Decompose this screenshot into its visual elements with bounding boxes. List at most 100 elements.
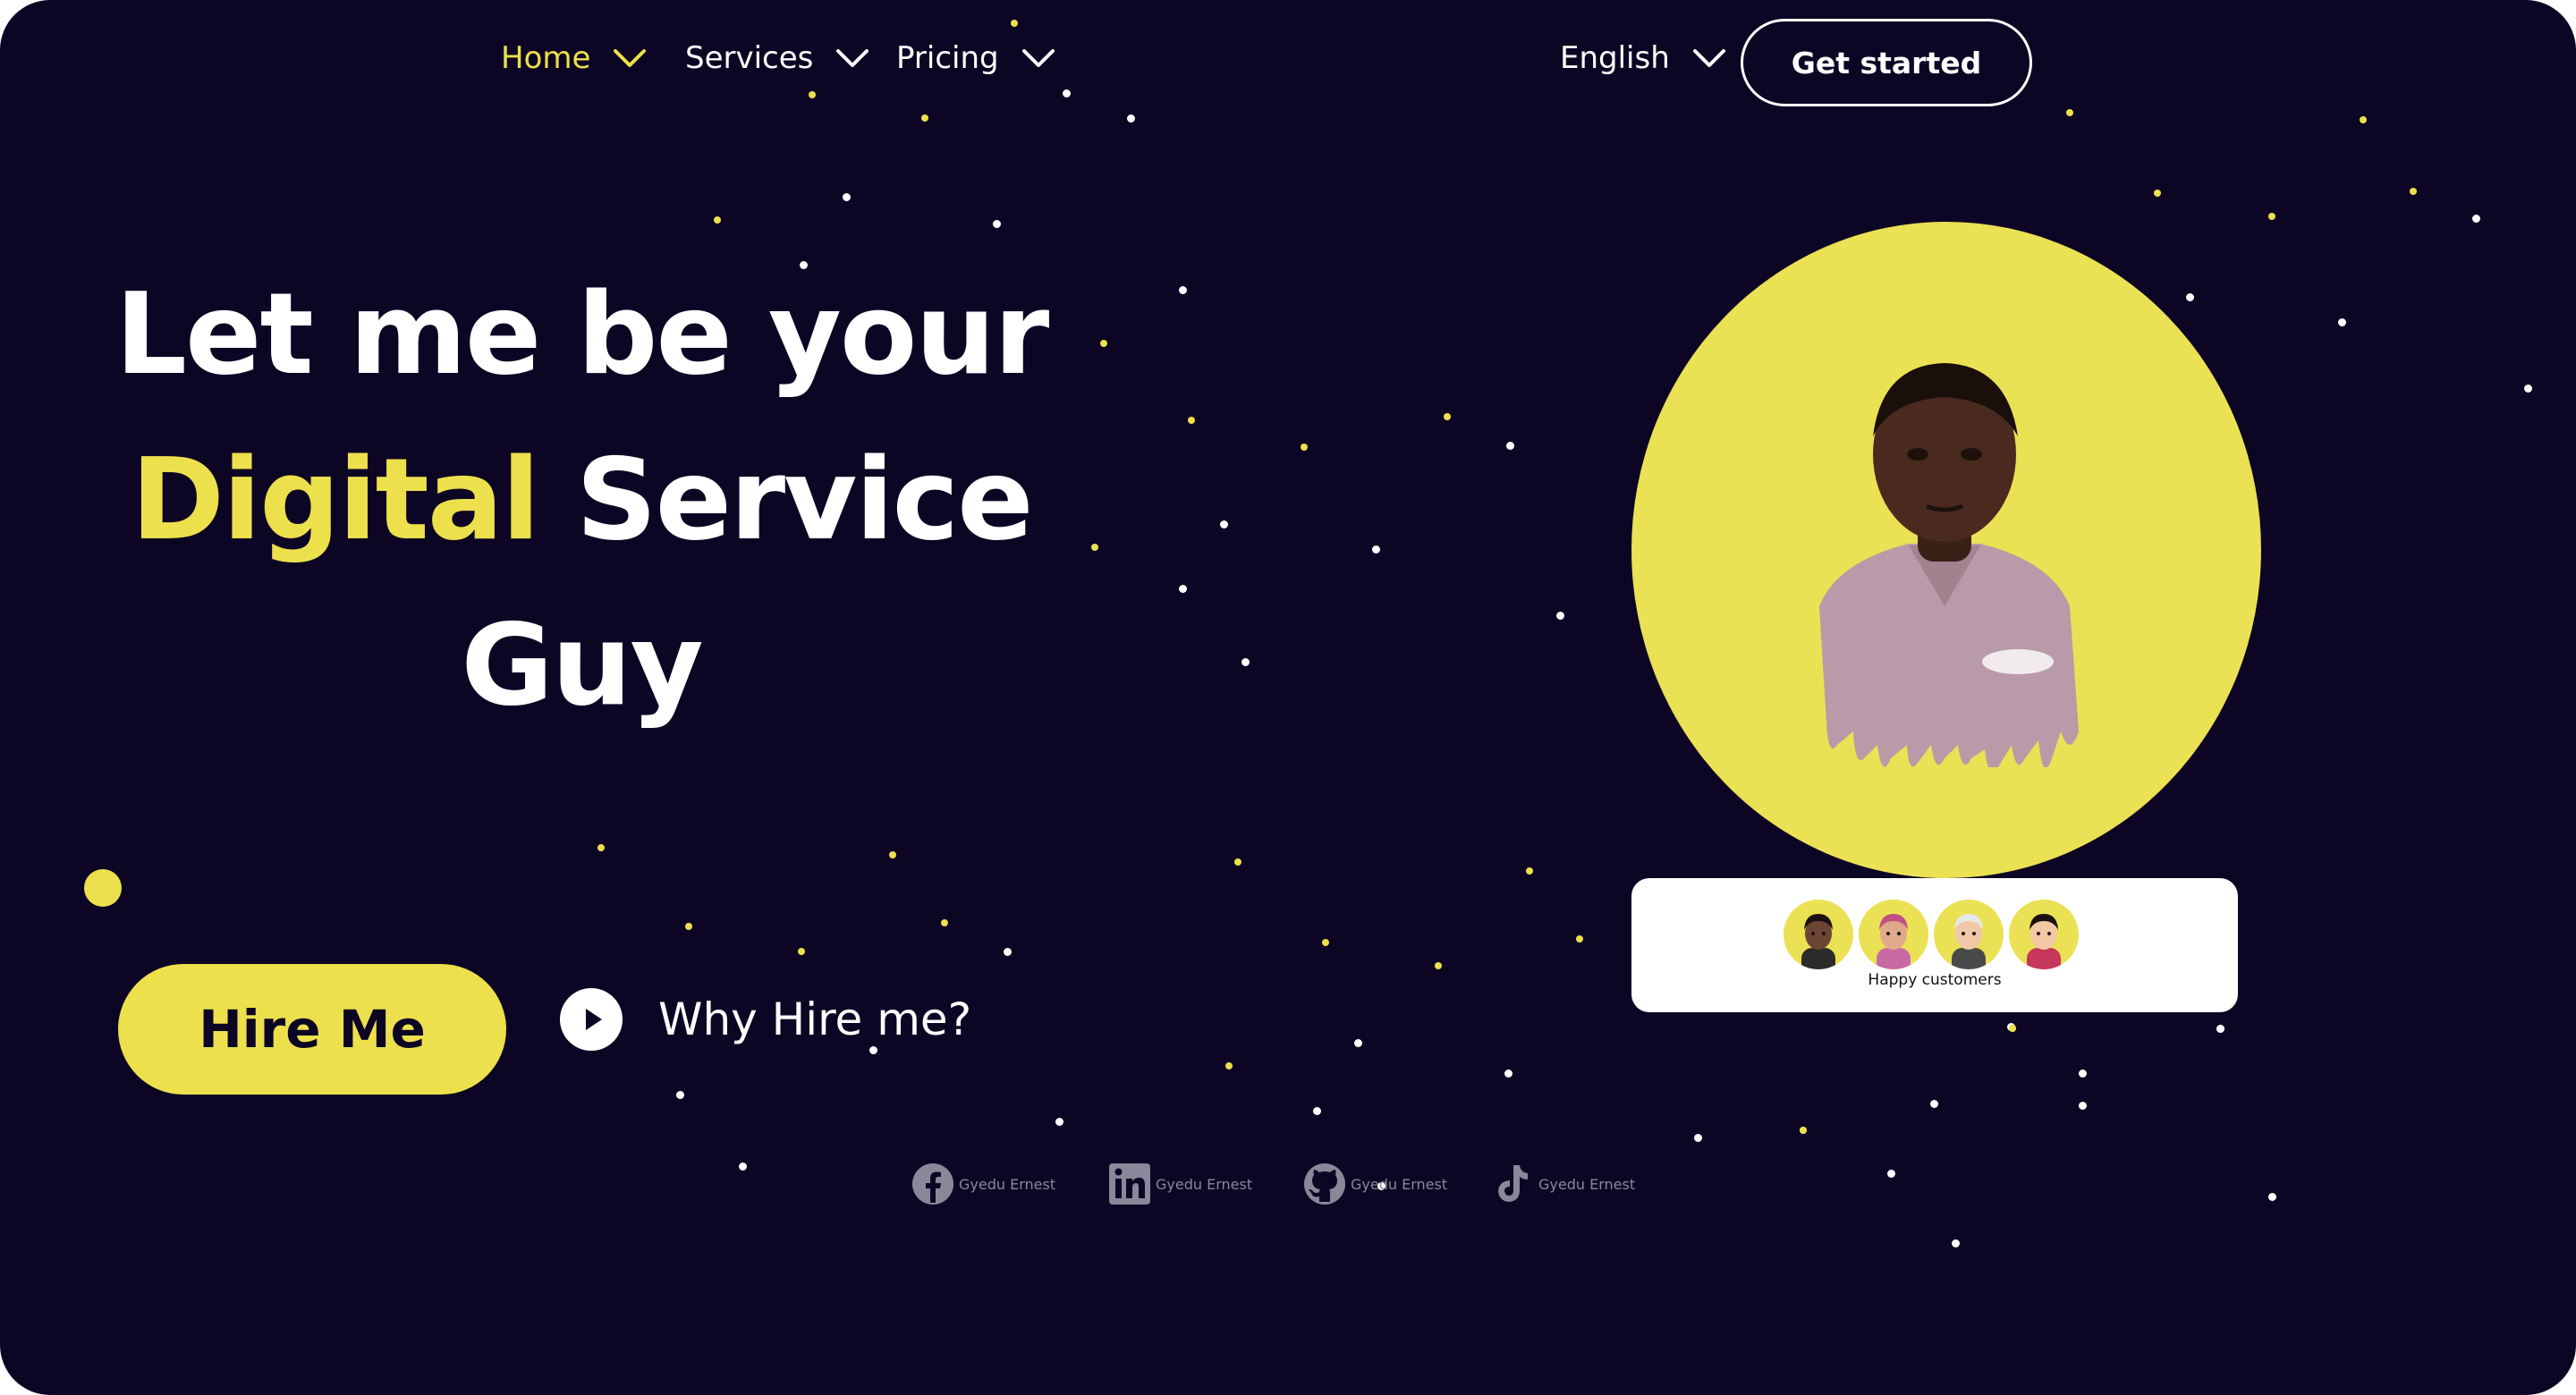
star-decoration: [1188, 417, 1195, 424]
star-decoration: [843, 193, 851, 201]
star-decoration: [1444, 413, 1451, 420]
why-hire-me-link[interactable]: Why Hire me?: [560, 985, 971, 1053]
chevron-down-icon: [1692, 49, 1725, 67]
nav-services[interactable]: Services: [685, 36, 870, 80]
star-decoration: [2186, 293, 2194, 301]
nav-home[interactable]: Home: [501, 36, 648, 80]
star-decoration: [1694, 1134, 1702, 1142]
star-decoration: [1179, 585, 1187, 593]
star-decoration: [1930, 1100, 1938, 1108]
social-facebook-link[interactable]: Gyedu Ernest: [911, 1159, 1055, 1209]
nav-pricing-label: Pricing: [896, 40, 999, 76]
star-decoration: [1556, 612, 1564, 620]
customer-avatar: [1784, 900, 1853, 969]
star-decoration: [941, 919, 948, 926]
profile-portrait: [1631, 222, 2261, 878]
star-decoration: [2079, 1070, 2087, 1078]
star-decoration: [1504, 1070, 1513, 1078]
star-decoration: [1004, 948, 1012, 956]
star-decoration: [685, 923, 692, 930]
happy-customers-label: Happy customers: [1868, 971, 2002, 989]
star-decoration: [2472, 215, 2480, 223]
customer-avatars: [1784, 900, 2079, 969]
github-icon: [1304, 1163, 1345, 1205]
customer-avatar: [1859, 900, 1928, 969]
star-decoration: [2216, 1025, 2224, 1033]
hero-headline-line3: Guy: [461, 599, 703, 731]
social-linkedin-link[interactable]: Gyedu Ernest: [1107, 1159, 1252, 1209]
chevron-down-icon: [1021, 49, 1055, 67]
social-linkedin-label: Gyedu Ernest: [1156, 1175, 1253, 1193]
star-decoration: [1055, 1118, 1063, 1126]
star-decoration: [1576, 935, 1583, 943]
hero-headline-line1: Let me be your: [114, 268, 1050, 400]
star-decoration: [676, 1091, 684, 1099]
nav-services-label: Services: [685, 40, 814, 76]
star-decoration: [798, 948, 805, 955]
star-decoration: [1220, 520, 1228, 528]
star-decoration: [1234, 858, 1241, 866]
social-tiktok-link[interactable]: Gyedu Ernest: [1490, 1159, 1635, 1209]
star-decoration: [1011, 20, 1018, 27]
star-decoration: [2410, 188, 2417, 195]
language-selector[interactable]: English: [1560, 36, 1727, 80]
star-decoration: [1506, 442, 1514, 450]
star-decoration: [2079, 1102, 2087, 1110]
customer-avatar: [2009, 900, 2079, 969]
social-github-link[interactable]: Gyedu Ernest: [1302, 1159, 1447, 1209]
star-decoration: [1179, 286, 1187, 294]
star-decoration: [2268, 1193, 2276, 1201]
star-decoration: [921, 114, 928, 122]
star-decoration: [2268, 213, 2275, 220]
facebook-icon: [912, 1163, 953, 1205]
star-decoration: [714, 216, 721, 224]
star-decoration: [1301, 444, 1308, 451]
star-decoration: [1435, 962, 1442, 969]
star-decoration: [2007, 1023, 2015, 1031]
chevron-down-icon: [836, 49, 869, 67]
star-decoration: [809, 91, 816, 98]
nav-pricing[interactable]: Pricing: [896, 36, 1056, 80]
happy-customers-card: Happy customers: [1631, 878, 2238, 1012]
profile-photo: [1819, 363, 2079, 767]
star-decoration: [2338, 318, 2346, 326]
landing-page: Home Services Pricing English Get starte…: [0, 0, 2576, 1395]
star-decoration: [739, 1162, 747, 1171]
star-decoration: [2154, 190, 2161, 197]
nav-home-label: Home: [501, 40, 591, 76]
star-decoration: [1322, 939, 1329, 946]
tiktok-icon: [1498, 1165, 1528, 1202]
star-decoration: [2524, 385, 2532, 393]
linkedin-icon: [1109, 1163, 1150, 1205]
hire-me-button[interactable]: Hire Me: [118, 964, 506, 1095]
star-decoration: [1225, 1062, 1233, 1070]
decorative-dot: [84, 869, 122, 907]
get-started-button[interactable]: Get started: [1741, 19, 2032, 106]
chevron-down-icon: [614, 49, 647, 67]
social-facebook-label: Gyedu Ernest: [959, 1175, 1056, 1193]
language-label: English: [1560, 40, 1670, 76]
star-decoration: [2009, 1025, 2016, 1032]
social-github-label: Gyedu Ernest: [1351, 1175, 1448, 1193]
star-decoration: [889, 851, 896, 858]
hero-line2-rest: Service: [575, 434, 1034, 565]
star-decoration: [1313, 1107, 1321, 1115]
star-decoration: [1372, 545, 1380, 554]
star-decoration: [1241, 658, 1250, 666]
play-icon: [560, 988, 623, 1051]
star-decoration: [1887, 1170, 1895, 1178]
star-decoration: [1127, 114, 1135, 123]
why-hire-me-label: Why Hire me?: [658, 993, 972, 1045]
star-decoration: [597, 844, 605, 851]
customer-avatar: [1934, 900, 2004, 969]
star-decoration: [2066, 109, 2073, 116]
star-decoration: [2216, 1025, 2224, 1033]
star-decoration: [2360, 116, 2367, 123]
star-decoration: [1063, 89, 1071, 97]
star-decoration: [2009, 1025, 2016, 1032]
social-tiktok-label: Gyedu Ernest: [1538, 1175, 1636, 1193]
star-decoration: [1800, 1127, 1807, 1134]
star-decoration: [993, 220, 1001, 228]
star-decoration: [1800, 1127, 1807, 1134]
star-decoration: [1354, 1039, 1362, 1047]
